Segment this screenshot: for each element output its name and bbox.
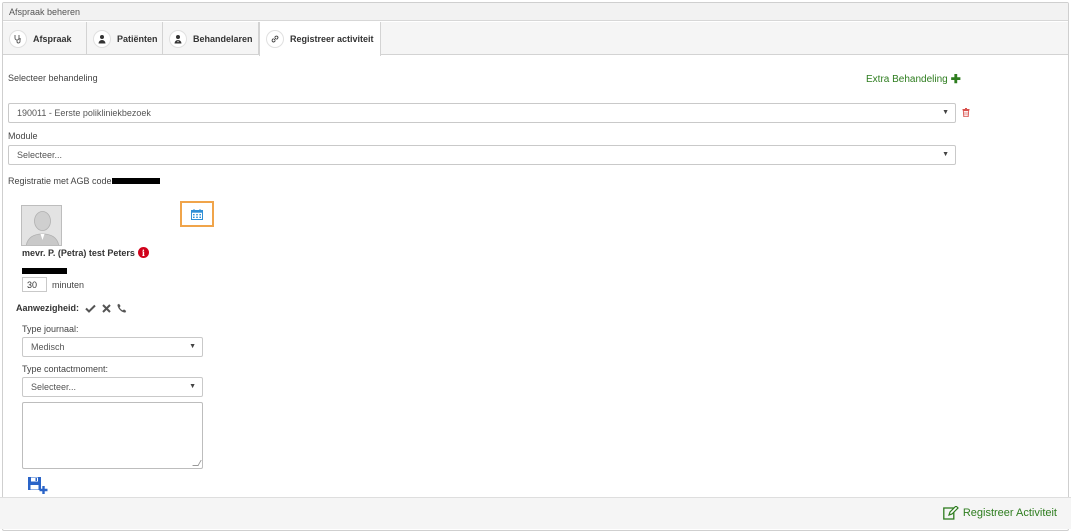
notes-textarea[interactable]	[22, 402, 203, 469]
info-icon[interactable]: i	[137, 247, 149, 258]
module-label: Module	[8, 131, 38, 141]
journal-type-label: Type journaal:	[22, 324, 79, 334]
tab-behandelaren[interactable]: Behandelaren	[163, 22, 259, 55]
module-select[interactable]: Selecteer... ▼	[8, 145, 956, 165]
extra-treatment-label: Extra Behandeling	[866, 73, 948, 85]
caret-down-icon: ▼	[942, 151, 949, 158]
contact-type-select[interactable]: Selecteer... ▼	[22, 377, 203, 397]
link-icon	[266, 30, 284, 48]
select-treatment-label: Selecteer behandeling	[8, 73, 98, 83]
times-icon[interactable]	[102, 303, 111, 313]
extra-treatment-link[interactable]: Extra Behandeling ✚	[866, 72, 961, 86]
tab-label: Patiënten	[117, 33, 158, 44]
caret-down-icon: ▼	[942, 109, 949, 116]
contact-type-label: Type contactmoment:	[22, 364, 109, 374]
agb-code-redacted	[112, 178, 160, 184]
tab-label: Behandelaren	[193, 33, 253, 44]
edit-icon	[942, 506, 959, 520]
journal-type-select[interactable]: Medisch ▼	[22, 337, 203, 357]
save-add-icon[interactable]	[28, 477, 48, 495]
caret-down-icon: ▼	[189, 343, 196, 350]
attendance-label: Aanwezigheid:	[16, 303, 80, 313]
module-value: Selecteer...	[17, 150, 63, 160]
patient-name-text: mevr. P. (Petra) test Peters	[22, 247, 135, 258]
calendar-button[interactable]	[180, 201, 214, 227]
contact-type-value: Selecteer...	[31, 382, 77, 392]
plus-icon: ✚	[950, 72, 961, 86]
caret-down-icon: ▼	[189, 383, 196, 390]
journal-type-value: Medisch	[31, 342, 65, 352]
register-activity-label: Registreer Activiteit	[962, 507, 1057, 519]
treatment-value: 190011 - Eerste polikliniekbezoek	[17, 108, 151, 118]
trash-icon[interactable]	[962, 108, 970, 117]
user-icon	[93, 29, 111, 48]
tab-afspraak[interactable]: Afspraak	[3, 22, 87, 55]
avatar	[21, 205, 62, 246]
check-icon[interactable]	[85, 304, 96, 313]
phone-icon[interactable]	[117, 303, 127, 313]
user-md-icon	[169, 29, 187, 48]
duration-unit: minuten	[52, 280, 85, 290]
agb-label: Registratie met AGB code:	[8, 176, 115, 186]
tab-registreer-activiteit[interactable]: Registreer activiteit	[259, 22, 381, 56]
tab-label: Afspraak	[33, 33, 72, 44]
patient-name: mevr. P. (Petra) test Peters i	[22, 247, 149, 258]
duration-input[interactable]: 30	[22, 277, 47, 292]
stethoscope-icon	[9, 29, 27, 48]
resize-handle[interactable]	[192, 460, 202, 466]
register-activity-button[interactable]: Registreer Activiteit	[942, 506, 1057, 520]
footer-bar: Registreer Activiteit	[0, 497, 1071, 529]
tab-patienten[interactable]: Patiënten	[87, 22, 163, 55]
calendar-icon	[191, 208, 203, 220]
attendance-row: Aanwezigheid:	[16, 303, 127, 313]
tab-label: Registreer activiteit	[290, 34, 374, 44]
panel-title: Afspraak beheren	[3, 3, 1068, 21]
patient-id-redacted	[22, 268, 67, 274]
treatment-select[interactable]: 190011 - Eerste polikliniekbezoek ▼	[8, 103, 956, 123]
tab-bar: Afspraak Patiënten Behandelaren Registre…	[3, 22, 1068, 56]
